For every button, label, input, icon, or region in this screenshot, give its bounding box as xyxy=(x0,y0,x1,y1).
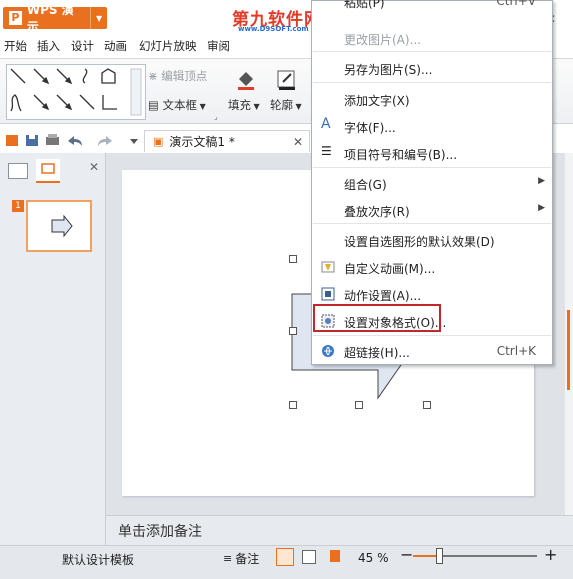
zoom-level: 45 % xyxy=(358,551,389,565)
slideshow-view-icon[interactable] xyxy=(330,550,340,562)
selection-handle[interactable] xyxy=(289,255,297,263)
menu-item-hyperlink[interactable]: 超链接(H)... Ctrl+K xyxy=(312,338,552,364)
chevron-down-icon: ▼ xyxy=(251,102,260,111)
shapes-gallery[interactable] xyxy=(6,64,146,120)
menu-separator xyxy=(313,223,551,224)
close-icon[interactable]: ✕ xyxy=(293,135,303,149)
app-name: WPS 演示 xyxy=(26,3,74,34)
scrollbar-thumb[interactable] xyxy=(567,310,570,390)
tab-start[interactable]: 开始 xyxy=(4,38,27,54)
menu-item-bullets[interactable]: ☰ 项目符号和编号(B)... xyxy=(312,140,552,166)
chevron-down-icon: ▼ xyxy=(197,102,206,111)
chevron-down-icon: ▼ xyxy=(293,102,302,111)
fill-button[interactable]: 填充 ▼ xyxy=(228,97,260,113)
tab-slideshow[interactable]: 幻灯片放映 xyxy=(139,38,197,54)
document-title: 演示文稿1 * xyxy=(169,135,235,149)
normal-view-icon[interactable] xyxy=(276,548,294,566)
tab-review[interactable]: 审阅 xyxy=(207,38,230,54)
outline-button[interactable]: 轮廓 ▼ xyxy=(270,97,302,113)
slide-sorter-view-icon[interactable] xyxy=(302,550,316,564)
selection-handle[interactable] xyxy=(355,401,363,409)
tab-animation[interactable]: 动画 xyxy=(104,38,127,54)
hyperlink-icon xyxy=(321,344,335,358)
outline-tab-icon[interactable] xyxy=(8,163,28,179)
textbox-icon: ▤ xyxy=(148,98,163,112)
selection-handle[interactable] xyxy=(423,401,431,409)
edit-vertex-icon: ⋇ xyxy=(148,69,162,83)
textbox-button[interactable]: ▤ 文本框 ▼ xyxy=(148,97,206,113)
menu-separator xyxy=(313,335,551,336)
chevron-down-icon: ▼ xyxy=(90,7,107,29)
dialog-launcher-icon[interactable]: ⌟ xyxy=(214,112,218,121)
line-shapes-icon xyxy=(10,68,142,116)
slide-number: 1 xyxy=(12,200,24,212)
custom-animation-icon xyxy=(321,260,335,274)
presentation-file-icon: ▣ xyxy=(153,135,164,148)
menu-item-font[interactable]: A 字体(F)... xyxy=(312,113,552,139)
app-menu-button[interactable]: P WPS 演示 ▼ xyxy=(3,3,107,34)
outline-pen-icon xyxy=(276,69,298,91)
menu-item-custom-animation[interactable]: 自定义动画(M)... xyxy=(312,254,552,280)
slides-pane: ✕ 1 xyxy=(0,153,106,545)
menu-item-paste[interactable]: 粘贴(P) Ctrl+V xyxy=(312,0,552,14)
edit-vertex-button[interactable]: ⋇ 编辑顶点 xyxy=(148,68,207,84)
slide-thumbnail[interactable] xyxy=(26,200,92,252)
zoom-slider-fill xyxy=(413,555,438,557)
watermark-url: www.D9SOFT.com xyxy=(238,25,309,33)
menu-item-add-text[interactable]: 添加文字(X) xyxy=(312,86,552,112)
menu-item-order[interactable]: 叠放次序(R) ▶ xyxy=(312,197,552,223)
close-icon[interactable]: ✕ xyxy=(89,160,99,174)
menu-item-change-picture: 更改图片(A)... xyxy=(344,33,422,47)
fill-bucket-icon xyxy=(235,69,257,91)
zoom-out-button[interactable]: − xyxy=(400,545,413,564)
zoom-slider-thumb[interactable] xyxy=(436,548,443,564)
wps-logo-icon: P xyxy=(9,11,22,25)
menu-separator xyxy=(313,82,551,83)
highlight-box xyxy=(313,304,441,332)
menu-separator xyxy=(313,51,551,52)
notes-placeholder: 单击添加备注 xyxy=(118,524,202,540)
menu-item-save-as-picture[interactable]: 另存为图片(S)... xyxy=(312,55,552,81)
submenu-arrow-icon: ▶ xyxy=(538,203,545,213)
menu-separator xyxy=(313,167,551,168)
quick-access-icons xyxy=(6,134,138,146)
menu-item-group[interactable]: 组合(G) ▶ xyxy=(312,170,552,196)
action-settings-icon xyxy=(321,287,335,301)
document-tab[interactable]: ▣ 演示文稿1 * ✕ xyxy=(144,130,310,152)
slides-tab-icon[interactable] xyxy=(36,159,60,183)
notes-toggle-button[interactable]: ≡ 备注 xyxy=(223,550,259,567)
tab-insert[interactable]: 插入 xyxy=(37,38,60,54)
tab-design[interactable]: 设计 xyxy=(71,38,94,54)
template-name: 默认设计模板 xyxy=(62,553,135,567)
selection-handle[interactable] xyxy=(289,327,297,335)
menu-item-default-shape-effect[interactable]: 设置自选图形的默认效果(D) xyxy=(312,227,552,253)
zoom-in-button[interactable]: + xyxy=(544,545,557,564)
submenu-arrow-icon: ▶ xyxy=(538,176,545,186)
bullet-list-icon: ☰ xyxy=(321,144,332,158)
selection-handle[interactable] xyxy=(289,401,297,409)
callout-arrow-thumb-icon xyxy=(51,214,73,238)
font-icon: A xyxy=(321,116,331,132)
notes-icon: ≡ xyxy=(223,552,233,565)
